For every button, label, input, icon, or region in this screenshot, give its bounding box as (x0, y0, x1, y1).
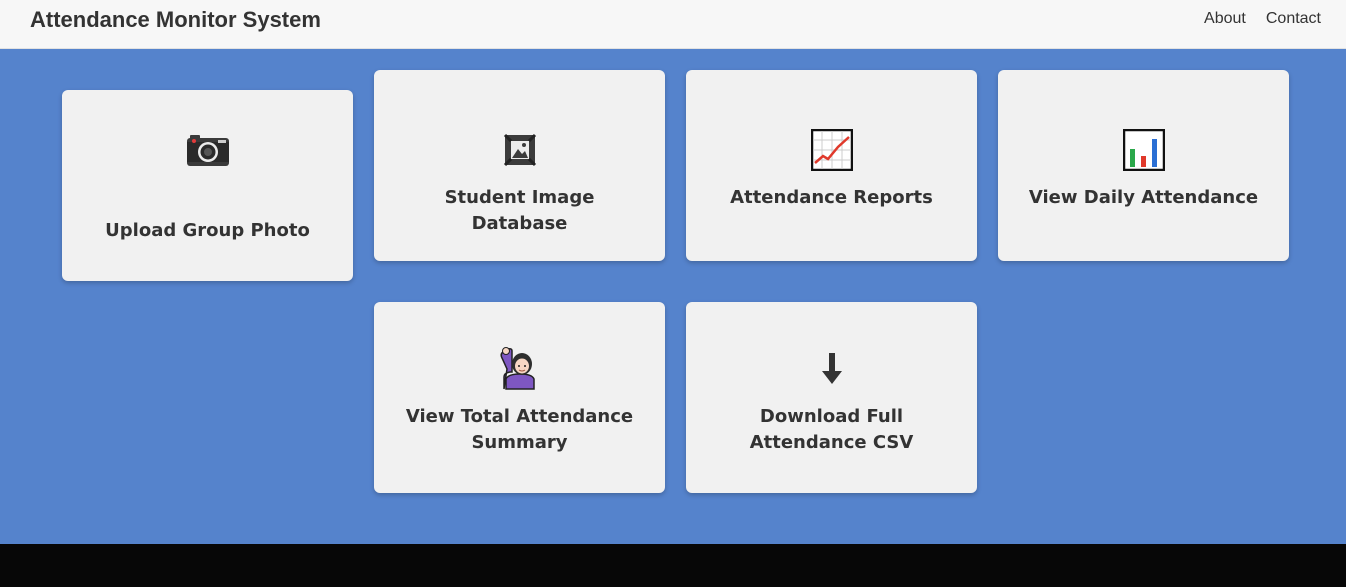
card-label: View Daily Attendance (1028, 187, 1259, 208)
navbar: Attendance Monitor System About Contact (0, 0, 1346, 49)
nav-link-contact[interactable]: Contact (1266, 9, 1321, 29)
footer (0, 544, 1346, 587)
nav-links: About Contact (1204, 9, 1321, 29)
view-total-attendance-summary-card[interactable]: View Total Attendance Summary (374, 302, 665, 493)
student-image-database-card[interactable]: Student Image Database (374, 70, 665, 261)
card-label: Download Full Attendance CSV (749, 406, 914, 453)
chart-increasing-icon (810, 128, 854, 172)
card-label: Attendance Reports (730, 187, 933, 208)
app-title[interactable]: Attendance Monitor System (30, 6, 321, 34)
nav-link-about[interactable]: About (1204, 9, 1246, 29)
dashboard: Upload Group Photo Student Image Databas… (0, 49, 1346, 544)
upload-group-photo-card[interactable]: Upload Group Photo (62, 90, 353, 281)
download-full-attendance-csv-card[interactable]: Download Full Attendance CSV (686, 302, 977, 493)
card-label: Upload Group Photo (105, 220, 310, 241)
view-daily-attendance-card[interactable]: View Daily Attendance (998, 70, 1289, 261)
down-arrow-icon (810, 347, 854, 391)
person-raising-hand-icon (498, 347, 542, 391)
card-label: Student Image Database (444, 187, 595, 234)
attendance-reports-card[interactable]: Attendance Reports (686, 70, 977, 261)
picture-frame-icon (498, 128, 542, 172)
bar-chart-icon (1122, 128, 1166, 172)
camera-icon (186, 128, 230, 172)
card-label: View Total Attendance Summary (405, 406, 634, 453)
